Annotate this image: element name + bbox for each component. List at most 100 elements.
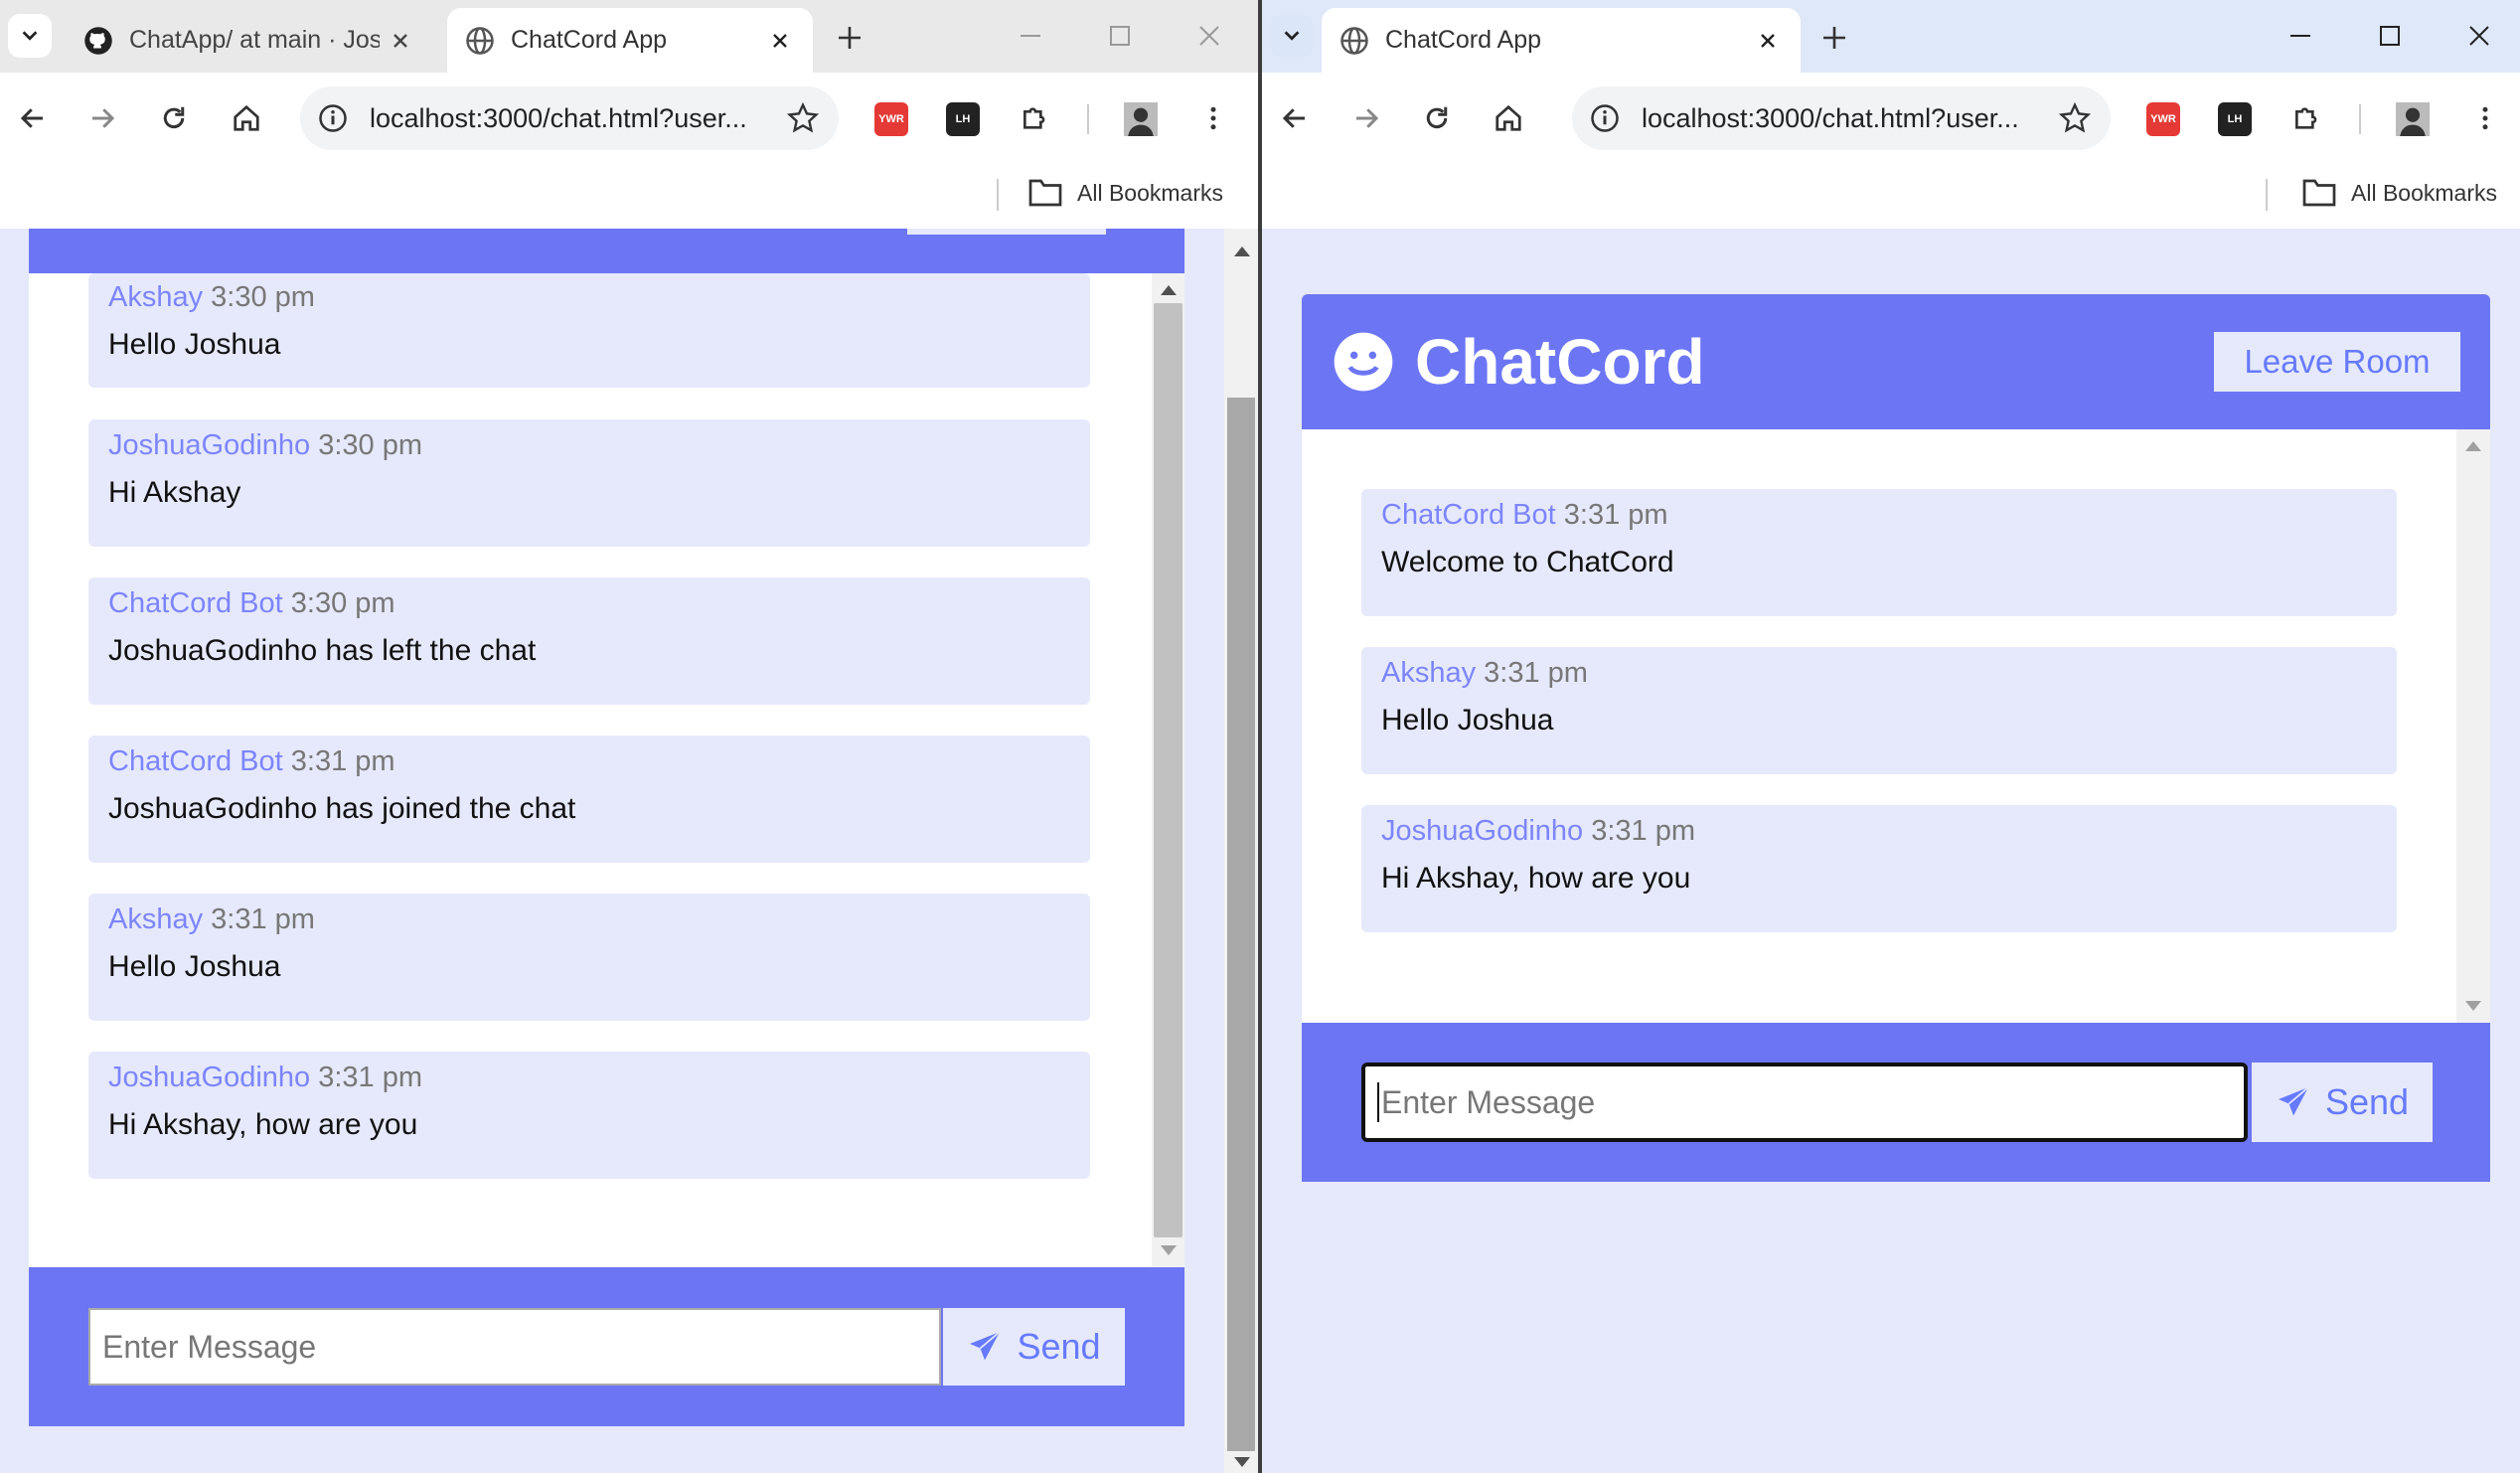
extension-ywr-icon[interactable]: YWR (874, 102, 908, 136)
tab-github[interactable]: ChatApp/ at main · Jos (66, 8, 433, 73)
scroll-thumb[interactable] (1227, 398, 1255, 1451)
close-window-button[interactable] (1184, 14, 1234, 58)
menu-button[interactable] (1190, 95, 1236, 141)
new-tab-button[interactable] (1814, 18, 1854, 58)
tab-title: ChatCord App (1385, 26, 1542, 54)
all-bookmarks-button[interactable]: All Bookmarks (1027, 178, 1223, 208)
message-time: 3:31 pm (1484, 657, 1588, 689)
smile-icon (1334, 332, 1393, 392)
close-icon[interactable] (386, 26, 415, 56)
message-input[interactable]: Enter Message (1361, 1063, 2248, 1142)
scroll-up-arrow[interactable] (1234, 246, 1250, 256)
chat-scrollbar[interactable] (2456, 429, 2490, 1023)
all-bookmarks-button[interactable]: All Bookmarks (2301, 178, 2497, 208)
chat-messages[interactable]: ChatCord Bot 3:31 pm Welcome to ChatCord… (1302, 429, 2490, 1023)
tab-chatcord[interactable]: ChatCord App (447, 8, 813, 73)
bookmarks-separator (2266, 179, 2268, 211)
avatar[interactable] (1124, 102, 1158, 136)
plus-icon (839, 27, 861, 49)
message-username: JoshuaGodinho (1381, 815, 1584, 847)
extension-ywr-icon[interactable]: YWR (2146, 102, 2180, 136)
close-icon (1199, 26, 1219, 46)
maximize-button[interactable] (1095, 14, 1145, 58)
address-bar[interactable]: localhost:3000/chat.html?user... (1572, 86, 2111, 150)
browser-window-left: ChatApp/ at main · Jos ChatCord App loca… (0, 0, 1258, 1473)
chat-form: Enter Message Send (1302, 1023, 2490, 1182)
tab-chatcord[interactable]: ChatCord App (1322, 8, 1801, 73)
github-icon (83, 26, 113, 56)
star-icon[interactable] (783, 98, 823, 138)
extensions-button[interactable] (1013, 95, 1058, 141)
browser-toolbar: localhost:3000/chat.html?user... YWR LH (0, 73, 1258, 164)
send-button[interactable]: Send (943, 1308, 1125, 1386)
address-bar[interactable]: localhost:3000/chat.html?user... (300, 86, 839, 150)
message-username: Akshay (108, 903, 204, 935)
minimize-button[interactable] (1006, 14, 1055, 58)
home-icon (234, 104, 259, 131)
close-icon (2469, 26, 2489, 46)
forward-button[interactable] (1343, 95, 1389, 141)
chat-scrollbar[interactable] (1152, 273, 1184, 1267)
back-button[interactable] (1272, 95, 1318, 141)
scroll-up-arrow[interactable] (2465, 441, 2481, 451)
input-placeholder: Enter Message (1381, 1083, 1596, 1120)
avatar[interactable] (2396, 102, 2430, 136)
scroll-down-arrow[interactable] (1234, 1457, 1250, 1467)
message: ChatCord Bot 3:31 pm Welcome to ChatCord (1361, 489, 2397, 616)
reload-icon (163, 106, 185, 129)
leave-room-button[interactable] (907, 229, 1106, 235)
maximize-button[interactable] (2365, 14, 2415, 58)
back-button[interactable] (10, 95, 56, 141)
browser-toolbar: localhost:3000/chat.html?user... YWR LH (1262, 73, 2520, 164)
scroll-up-arrow[interactable] (1161, 285, 1177, 295)
extension-lh-icon[interactable]: LH (2218, 102, 2252, 136)
chat-header (29, 229, 1184, 273)
forward-button[interactable] (79, 95, 125, 141)
message-username: ChatCord Bot (108, 745, 283, 777)
tab-search-button[interactable] (1270, 14, 1314, 58)
message: Akshay 3:30 pm Hello Joshua (88, 273, 1090, 388)
message-time: 3:31 pm (211, 903, 315, 935)
scroll-down-arrow[interactable] (1161, 1245, 1177, 1255)
minimize-button[interactable] (2276, 14, 2325, 58)
extension-lh-icon[interactable]: LH (946, 102, 980, 136)
home-button[interactable] (224, 95, 269, 141)
star-icon[interactable] (2055, 98, 2095, 138)
maximize-icon (2380, 26, 2400, 46)
message-input[interactable]: Enter Message (88, 1308, 941, 1386)
chat-messages[interactable]: Akshay 3:30 pm Hello Joshua JoshuaGodinh… (29, 273, 1184, 1267)
home-button[interactable] (1486, 95, 1531, 141)
new-tab-button[interactable] (830, 18, 869, 58)
chat-header: ChatCord Leave Room (1302, 294, 2490, 429)
menu-button[interactable] (2462, 95, 2508, 141)
paper-plane-icon (970, 1331, 1002, 1361)
extensions-button[interactable] (2284, 95, 2330, 141)
message-username: JoshuaGodinho (108, 1062, 311, 1093)
close-icon[interactable] (1753, 26, 1783, 56)
bookmarks-bar: All Bookmarks (0, 164, 1258, 229)
message-time: 3:31 pm (1591, 815, 1696, 847)
page-scrollbar[interactable] (1224, 229, 1258, 1473)
back-arrow-icon (20, 108, 43, 128)
reload-button[interactable] (1414, 95, 1460, 141)
reload-icon (1426, 106, 1448, 129)
message-text: Hi Akshay, how are you (108, 1108, 418, 1141)
minimize-icon (2290, 35, 2310, 37)
message: JoshuaGodinho 3:31 pm Hi Akshay, how are… (1361, 805, 2397, 932)
message-username: Akshay (1381, 657, 1477, 689)
info-icon[interactable] (316, 101, 350, 135)
leave-room-button[interactable]: Leave Room (2214, 332, 2460, 392)
send-label: Send (1017, 1326, 1101, 1367)
globe-icon (1339, 26, 1369, 56)
send-button[interactable]: Send (2252, 1063, 2433, 1142)
scroll-down-arrow[interactable] (2465, 1001, 2481, 1011)
tab-search-button[interactable] (8, 14, 52, 58)
info-icon[interactable] (1588, 101, 1622, 135)
message-time: 3:30 pm (318, 429, 423, 461)
scroll-thumb[interactable] (1154, 303, 1182, 1237)
folder-icon (1028, 179, 1062, 207)
message: Akshay 3:31 pm Hello Joshua (88, 894, 1090, 1021)
close-icon[interactable] (765, 26, 795, 56)
close-window-button[interactable] (2454, 14, 2504, 58)
reload-button[interactable] (151, 95, 197, 141)
